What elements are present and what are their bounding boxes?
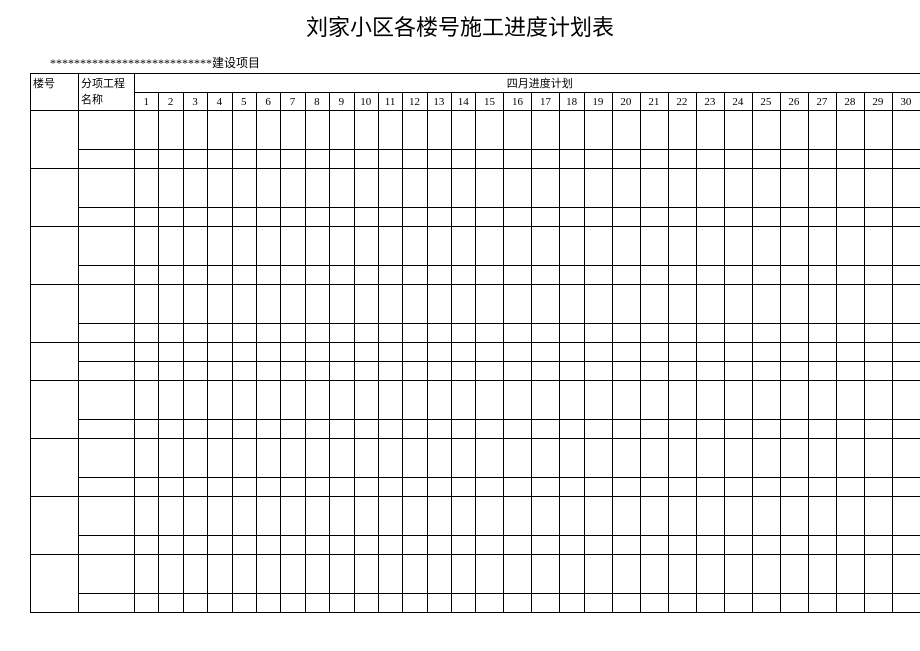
- table-row: [31, 111, 920, 150]
- table-row: [31, 362, 920, 381]
- table-header-row-1: 楼号 分项工程名称 四月进度计划: [31, 74, 920, 93]
- day-26: 26: [780, 93, 808, 111]
- table-row: [31, 497, 920, 536]
- table-row: [31, 266, 920, 285]
- table-header-row-days: 1 2 3 4 5 6 7 8 9 10 11 12 13 14 15 16 1…: [31, 93, 920, 111]
- table-row: [31, 169, 920, 208]
- table-row: [31, 555, 920, 594]
- day-29: 29: [864, 93, 892, 111]
- header-item: 分项工程名称: [79, 74, 135, 111]
- day-20: 20: [612, 93, 640, 111]
- table-row: [31, 324, 920, 343]
- table-row: [31, 439, 920, 478]
- table-row: [31, 208, 920, 227]
- header-building: 楼号: [31, 74, 79, 111]
- day-13: 13: [427, 93, 451, 111]
- table-row: [31, 285, 920, 324]
- day-9: 9: [330, 93, 354, 111]
- table-row: [31, 227, 920, 266]
- day-25: 25: [752, 93, 780, 111]
- header-schedule: 四月进度计划: [135, 74, 920, 93]
- day-30: 30: [892, 93, 920, 111]
- table-row: [31, 478, 920, 497]
- day-2: 2: [159, 93, 183, 111]
- table-row: [31, 420, 920, 439]
- day-19: 19: [584, 93, 612, 111]
- project-subtitle: ***************************建设项目: [30, 54, 890, 71]
- page-title: 刘家小区各楼号施工进度计划表: [30, 10, 890, 42]
- day-22: 22: [668, 93, 696, 111]
- day-15: 15: [476, 93, 504, 111]
- day-11: 11: [378, 93, 402, 111]
- day-17: 17: [532, 93, 560, 111]
- day-21: 21: [640, 93, 668, 111]
- day-14: 14: [452, 93, 476, 111]
- day-3: 3: [183, 93, 207, 111]
- day-12: 12: [403, 93, 427, 111]
- day-7: 7: [281, 93, 305, 111]
- table-row: [31, 343, 920, 362]
- day-1: 1: [135, 93, 159, 111]
- day-23: 23: [696, 93, 724, 111]
- day-4: 4: [208, 93, 232, 111]
- day-18: 18: [560, 93, 584, 111]
- table-row: [31, 536, 920, 555]
- table-row: [31, 594, 920, 613]
- day-28: 28: [836, 93, 864, 111]
- table-row: [31, 381, 920, 420]
- day-5: 5: [232, 93, 256, 111]
- day-10: 10: [354, 93, 378, 111]
- day-24: 24: [724, 93, 752, 111]
- schedule-table: 楼号 分项工程名称 四月进度计划 1 2 3 4 5 6 7 8 9 10 11…: [30, 73, 920, 613]
- day-6: 6: [256, 93, 280, 111]
- day-16: 16: [504, 93, 532, 111]
- day-27: 27: [808, 93, 836, 111]
- day-8: 8: [305, 93, 329, 111]
- table-row: [31, 150, 920, 169]
